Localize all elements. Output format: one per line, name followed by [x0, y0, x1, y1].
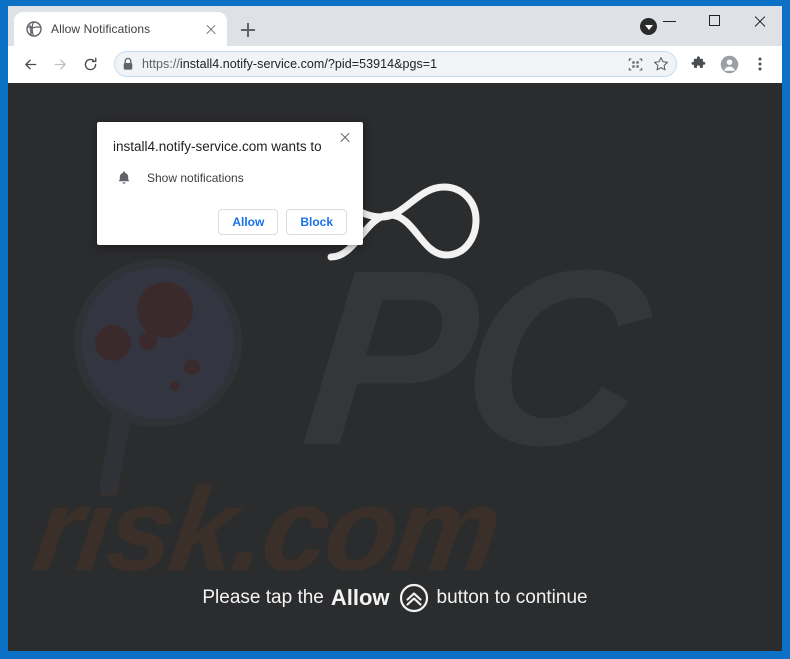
bell-icon — [115, 169, 133, 187]
forward-button[interactable] — [46, 50, 74, 78]
extensions-icon[interactable] — [684, 50, 712, 78]
browser-window: Allow Notifications https://install4.not… — [8, 6, 782, 651]
back-button[interactable] — [16, 50, 44, 78]
browser-toolbar: https://install4.notify-service.com/?pid… — [8, 46, 782, 83]
permission-label: Show notifications — [147, 171, 244, 186]
instruction-prefix: Please tap the — [202, 587, 324, 608]
bookmark-star-icon[interactable] — [649, 52, 673, 76]
double-chevron-up-circle-icon — [399, 583, 429, 613]
lock-icon[interactable] — [116, 52, 140, 76]
instruction-emphasis: Allow — [330, 585, 390, 610]
browser-window-frame: Allow Notifications https://install4.not… — [0, 0, 790, 659]
tab-title: Allow Notifications — [51, 22, 151, 36]
url-text: https://install4.notify-service.com/?pid… — [142, 57, 438, 71]
browser-tab[interactable]: Allow Notifications — [14, 12, 227, 46]
browser-menu-button[interactable] — [746, 50, 774, 78]
instruction-suffix: button to continue — [436, 587, 588, 608]
close-icon[interactable] — [203, 21, 219, 37]
dialog-title: install4.notify-service.com wants to — [113, 139, 322, 154]
close-icon[interactable] — [335, 128, 355, 148]
reload-button[interactable] — [76, 50, 104, 78]
instruction-line: Please tap the Allow button to continue — [8, 583, 782, 613]
block-button[interactable]: Block — [286, 209, 347, 236]
page-viewport: PC risk.com Please tap the Allow button … — [8, 83, 782, 651]
window-minimize-button[interactable] — [647, 6, 692, 36]
dialog-actions: Allow Block — [113, 209, 347, 236]
profile-avatar[interactable] — [715, 50, 743, 78]
tab-strip: Allow Notifications — [8, 6, 782, 46]
address-bar[interactable]: https://install4.notify-service.com/?pid… — [114, 51, 677, 77]
permission-row: Show notifications — [113, 169, 347, 187]
allow-button[interactable]: Allow — [218, 209, 279, 236]
pcrisk-pc-watermark: PC — [293, 218, 651, 497]
globe-icon — [26, 21, 42, 37]
notification-permission-dialog: install4.notify-service.com wants to Sho… — [97, 122, 363, 246]
qr-code-icon[interactable] — [623, 52, 647, 76]
new-tab-button[interactable] — [236, 18, 260, 42]
magnifier-graphic — [70, 255, 245, 505]
window-maximize-button[interactable] — [692, 6, 737, 36]
window-close-button[interactable] — [737, 6, 782, 36]
